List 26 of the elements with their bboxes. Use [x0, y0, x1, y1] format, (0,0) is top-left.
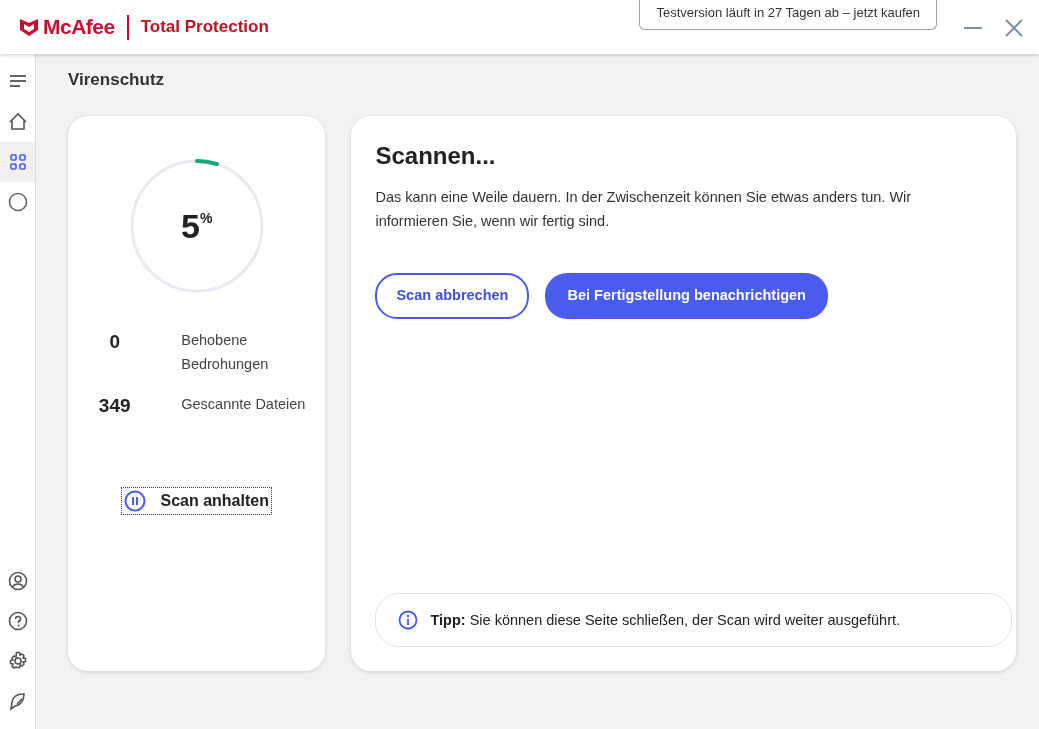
feedback-icon: [7, 691, 28, 711]
help-icon: [7, 611, 28, 631]
notify-button[interactable]: Bei Fertigstellung benachrichtigen: [545, 273, 828, 319]
pause-scan-button[interactable]: Scan anhalten: [121, 487, 272, 516]
stat-label: Behobene Bedrohungen: [181, 331, 270, 375]
settings-icon: [7, 651, 28, 671]
stat-label: Gescannte Dateien: [181, 395, 307, 415]
ring-icon: [7, 192, 28, 212]
grid-icon: [7, 152, 28, 172]
info-icon: [398, 610, 419, 631]
brand-name: McAfee: [43, 14, 115, 41]
trial-buy-button[interactable]: Testversion läuft in 27 Tagen ab – jetzt kaufen: [639, 0, 937, 30]
page-title: Virenschutz: [68, 70, 166, 91]
home-icon: [7, 112, 28, 132]
scan-title: Scannen...: [375, 142, 497, 172]
stat-value: 349: [97, 394, 132, 419]
pause-icon: [124, 490, 147, 513]
cancel-scan-button[interactable]: Scan abbrechen: [375, 273, 530, 319]
progress-percent: 5$^{%}$: [181, 205, 213, 247]
product-name: Total Protection: [140, 16, 269, 39]
shield-logo-icon: [19, 17, 39, 37]
user-icon: [7, 571, 28, 591]
scan-description: Das kann eine Weile dauern. In der Zwischenzeit können Sie etwas anders tun. Wir informieren Sie, wenn wir fertig sind.: [375, 188, 913, 232]
tip-text: Tipp: Sie können diese Seite schließen, der Scan wird weiter ausgeführt.: [430, 610, 901, 630]
sidebar-item[interactable]: [0, 142, 35, 182]
stat-value: 0: [108, 330, 121, 355]
